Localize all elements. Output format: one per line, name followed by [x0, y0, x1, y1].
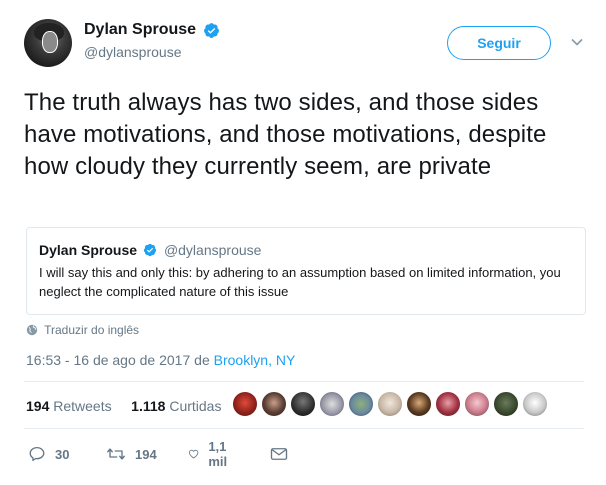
retweets-label: Retweets [53, 398, 112, 414]
tweet-location[interactable]: Brooklyn, NY [214, 352, 296, 368]
divider [24, 428, 584, 429]
likes-label: Curtidas [169, 398, 222, 414]
tweet-stats: 194 Retweets 1.118 Curtidas [26, 398, 225, 414]
tweet-timestamp[interactable]: 16:53 - 16 de ago de 2017 [26, 352, 190, 368]
quoted-author-handle: @dylansprouse [163, 241, 262, 258]
direct-message-action[interactable] [270, 444, 297, 464]
author-info[interactable]: Dylan Sprouse @dylansprouse [84, 21, 220, 60]
reply-action[interactable]: 30 [28, 444, 69, 464]
chevron-down-icon[interactable] [569, 34, 585, 50]
retweets-count: 194 [26, 398, 50, 414]
liker-avatar[interactable] [406, 391, 432, 417]
from-word: de [194, 352, 210, 368]
like-action[interactable]: 1,1 mil [188, 439, 234, 469]
liker-avatar[interactable] [493, 391, 519, 417]
author-avatar[interactable] [24, 19, 72, 67]
liker-avatar[interactable] [232, 391, 258, 417]
follow-button[interactable]: Seguir [447, 26, 551, 60]
translate-label[interactable]: Traduzir do inglês [44, 323, 139, 337]
tweet-metadata: 16:53 - 16 de ago de 2017 de Brooklyn, N… [26, 352, 295, 368]
verified-badge-icon [204, 22, 220, 38]
retweet-count: 194 [135, 446, 157, 462]
quoted-tweet[interactable]: Dylan Sprouse @dylansprouse I will say t… [26, 227, 586, 315]
heart-icon [188, 449, 199, 459]
divider [24, 381, 584, 382]
liker-avatar[interactable] [290, 391, 316, 417]
liker-avatar[interactable] [464, 391, 490, 417]
reply-icon [29, 446, 45, 462]
retweets-stat[interactable]: 194 Retweets [26, 398, 114, 414]
liker-avatar[interactable] [377, 391, 403, 417]
liker-avatar[interactable] [261, 391, 287, 417]
retweet-icon [107, 448, 125, 460]
author-handle[interactable]: @dylansprouse [84, 44, 220, 60]
quoted-author-name: Dylan Sprouse [39, 241, 138, 258]
translate-link[interactable]: Traduzir do inglês [26, 323, 139, 337]
verified-badge-icon [144, 243, 157, 256]
author-name[interactable]: Dylan Sprouse [84, 21, 196, 39]
liker-avatar[interactable] [435, 391, 461, 417]
retweet-action[interactable]: 194 [106, 444, 157, 464]
tweet-text: The truth always has two sides, and thos… [24, 89, 547, 180]
reply-count: 30 [55, 446, 70, 462]
liker-avatar[interactable] [319, 391, 345, 417]
likes-count: 1.118 [131, 398, 166, 414]
liker-avatar[interactable] [348, 391, 374, 417]
mail-icon [270, 448, 288, 460]
globe-icon [26, 324, 38, 336]
like-count: 1,1 mil [208, 439, 228, 469]
tweet-header: Dylan Sprouse @dylansprouse Seguir [24, 19, 594, 69]
likes-stat[interactable]: 1.118 Curtidas [131, 398, 223, 414]
quoted-tweet-text: I will say this and only this: by adheri… [39, 265, 561, 299]
liker-avatar[interactable] [522, 391, 548, 417]
